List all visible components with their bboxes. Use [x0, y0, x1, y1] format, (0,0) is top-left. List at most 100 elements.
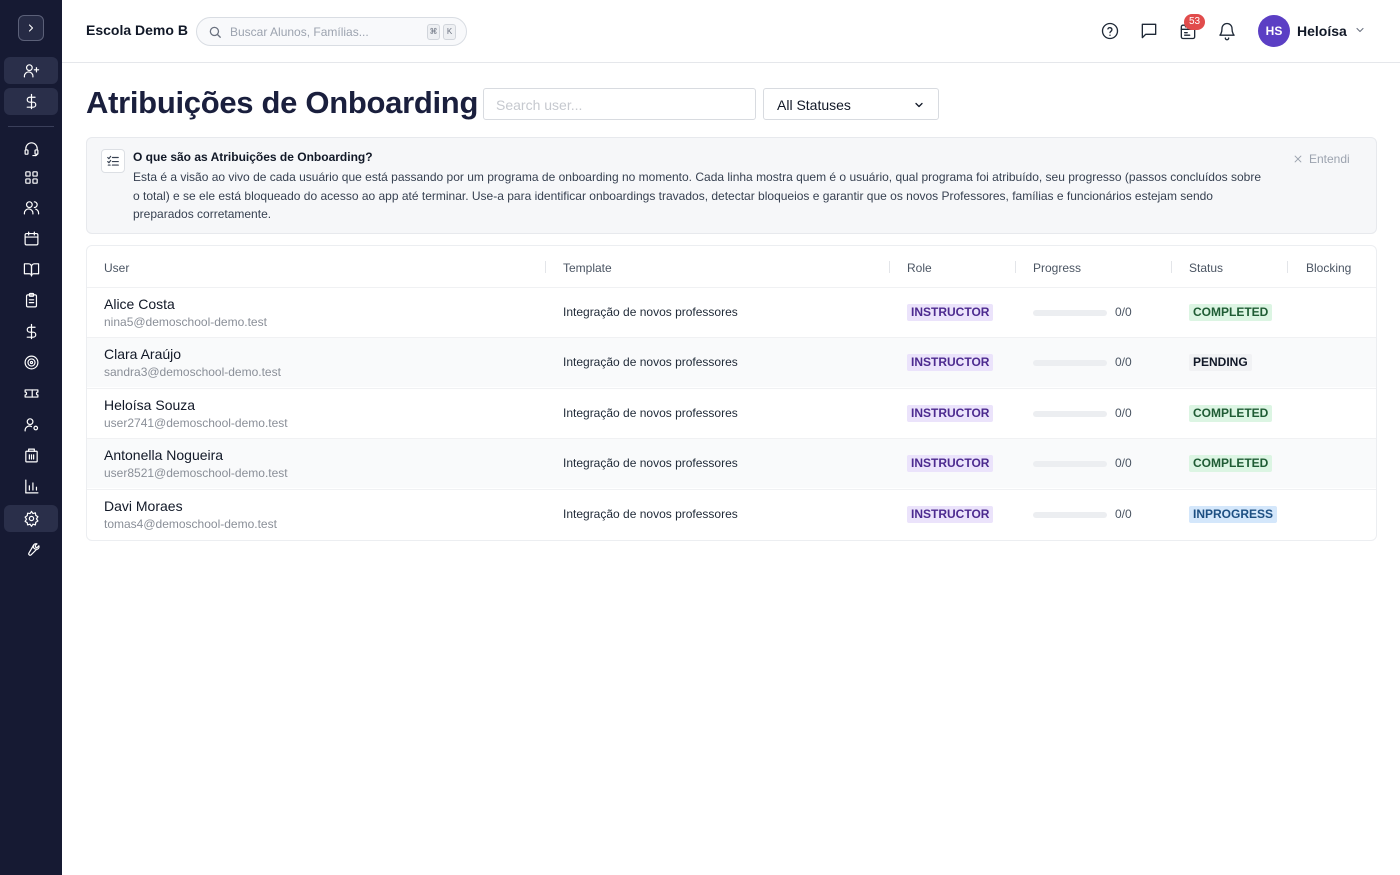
- progress-text: 0/0: [1115, 406, 1132, 420]
- user-cog-icon: [24, 418, 38, 432]
- sidebar-item-school[interactable]: [4, 442, 58, 469]
- sidebar-item-add-user[interactable]: [4, 57, 58, 84]
- info-title: O que são as Atribuições de Onboarding?: [133, 150, 373, 164]
- target-icon: [24, 355, 38, 370]
- sidebar: [0, 0, 62, 875]
- sidebar-item-support[interactable]: [4, 135, 58, 162]
- role-badge: INSTRUCTOR: [907, 304, 994, 321]
- sidebar-item-settings[interactable]: [4, 505, 58, 532]
- dollar-icon: [26, 93, 36, 110]
- notification-count-badge: 53: [1184, 14, 1205, 30]
- template-cell: Integração de novos professores: [563, 456, 738, 470]
- book-icon: [23, 263, 39, 277]
- list-check-icon: [101, 149, 125, 173]
- user-name-cell: Davi Moraes: [104, 498, 183, 514]
- avatar[interactable]: HS: [1258, 15, 1290, 47]
- role-badge: INSTRUCTOR: [907, 455, 994, 472]
- sidebar-item-tools[interactable]: [4, 536, 58, 563]
- column-divider: [1171, 261, 1172, 273]
- search-icon: [209, 26, 221, 38]
- template-cell: Integração de novos professores: [563, 507, 738, 521]
- table-row[interactable]: Antonella Nogueira user8521@demoschool-d…: [87, 438, 1376, 488]
- message-icon: [1141, 23, 1157, 39]
- template-cell: Integração de novos professores: [563, 305, 738, 319]
- table-row[interactable]: Heloísa Souza user2741@demoschool-demo.t…: [87, 388, 1376, 438]
- user-name-cell: Heloísa Souza: [104, 397, 196, 413]
- user-name[interactable]: Heloísa: [1297, 23, 1347, 39]
- school-name: Escola Demo B: [86, 22, 188, 38]
- progress-bar: [1033, 512, 1107, 518]
- template-cell: Integração de novos professores: [563, 406, 738, 420]
- sidebar-item-goals[interactable]: [4, 349, 58, 376]
- sidebar-item-calendar[interactable]: [4, 225, 58, 252]
- status-filter-value: All Statuses: [777, 97, 851, 113]
- status-filter-select[interactable]: All Statuses: [763, 88, 939, 120]
- chevron-right-icon: [28, 24, 34, 32]
- user-email-cell: user8521@demoschool-demo.test: [104, 466, 288, 480]
- ticket-icon: [24, 389, 38, 398]
- status-badge: COMPLETED: [1189, 455, 1273, 472]
- role-badge: INSTRUCTOR: [907, 506, 994, 523]
- progress-text: 0/0: [1115, 507, 1132, 521]
- wrench-icon: [27, 543, 40, 556]
- role-badge: INSTRUCTOR: [907, 405, 994, 422]
- building-icon: [24, 448, 38, 463]
- sidebar-item-dashboard[interactable]: [4, 164, 58, 191]
- user-name-cell: Clara Araújo: [104, 346, 182, 362]
- dismiss-info-button[interactable]: Entendi: [1293, 152, 1350, 166]
- chevron-down-icon: [915, 102, 923, 108]
- dollar-icon: [26, 323, 36, 340]
- column-header-user[interactable]: User: [104, 261, 129, 275]
- progress-text: 0/0: [1115, 305, 1132, 319]
- global-search-input[interactable]: Buscar Alunos, Famílias... ⌘ K: [196, 17, 467, 46]
- user-email-cell: sandra3@demoschool-demo.test: [104, 365, 281, 379]
- user-name-cell: Antonella Nogueira: [104, 447, 224, 463]
- progress-bar: [1033, 360, 1107, 366]
- progress-text: 0/0: [1115, 355, 1132, 369]
- status-badge: COMPLETED: [1189, 405, 1273, 422]
- sidebar-item-people[interactable]: [4, 194, 58, 221]
- help-button[interactable]: [1100, 21, 1120, 41]
- user-name-cell: Alice Costa: [104, 296, 175, 312]
- role-badge: INSTRUCTOR: [907, 354, 994, 371]
- messages-button[interactable]: [1139, 21, 1159, 41]
- sidebar-item-reports[interactable]: [4, 473, 58, 500]
- info-text: Esta é a visão ao vivo de cada usuário q…: [133, 170, 1261, 221]
- sidebar-item-tickets[interactable]: [4, 380, 58, 407]
- column-header-role[interactable]: Role: [907, 261, 932, 275]
- calendar-icon: [24, 231, 38, 246]
- user-email-cell: nina5@demoschool-demo.test: [104, 315, 267, 329]
- column-header-status[interactable]: Status: [1189, 261, 1223, 275]
- dismiss-label: Entendi: [1309, 152, 1350, 166]
- sidebar-item-courses[interactable]: [4, 256, 58, 283]
- user-email-cell: user2741@demoschool-demo.test: [104, 416, 288, 430]
- gear-icon: [24, 510, 38, 527]
- progress-bar: [1033, 411, 1107, 417]
- clipboard-icon: [25, 292, 37, 308]
- user-search-input[interactable]: Search user...: [483, 88, 756, 120]
- table-row[interactable]: Alice Costa nina5@demoschool-demo.test I…: [87, 287, 1376, 337]
- chevron-down-icon[interactable]: [1354, 24, 1366, 36]
- sidebar-expand-button[interactable]: [18, 15, 44, 41]
- help-circle-icon: [1101, 22, 1119, 40]
- sidebar-item-billing[interactable]: [4, 88, 58, 115]
- close-icon: [1294, 155, 1302, 163]
- progress-bar: [1033, 461, 1107, 467]
- status-badge: PENDING: [1189, 354, 1252, 371]
- page-title: Atribuições de Onboarding: [86, 85, 479, 120]
- table-row[interactable]: Clara Araújo sandra3@demoschool-demo.tes…: [87, 337, 1376, 387]
- column-header-progress[interactable]: Progress: [1033, 261, 1081, 275]
- sidebar-divider: [8, 126, 54, 127]
- bell-icon: [1219, 22, 1235, 41]
- column-header-template[interactable]: Template: [563, 261, 612, 275]
- column-header-blocking[interactable]: Blocking: [1306, 261, 1351, 275]
- sidebar-item-user-settings[interactable]: [4, 411, 58, 438]
- table-row[interactable]: Davi Moraes tomas4@demoschool-demo.test …: [87, 489, 1376, 539]
- notifications-button[interactable]: [1217, 21, 1237, 41]
- info-banner: O que são as Atribuições de Onboarding? …: [86, 137, 1377, 234]
- status-badge: INPROGRESS: [1189, 506, 1278, 523]
- sidebar-item-finance[interactable]: [4, 318, 58, 345]
- users-icon: [23, 201, 39, 215]
- column-divider: [1287, 261, 1288, 273]
- sidebar-item-assignments[interactable]: [4, 287, 58, 314]
